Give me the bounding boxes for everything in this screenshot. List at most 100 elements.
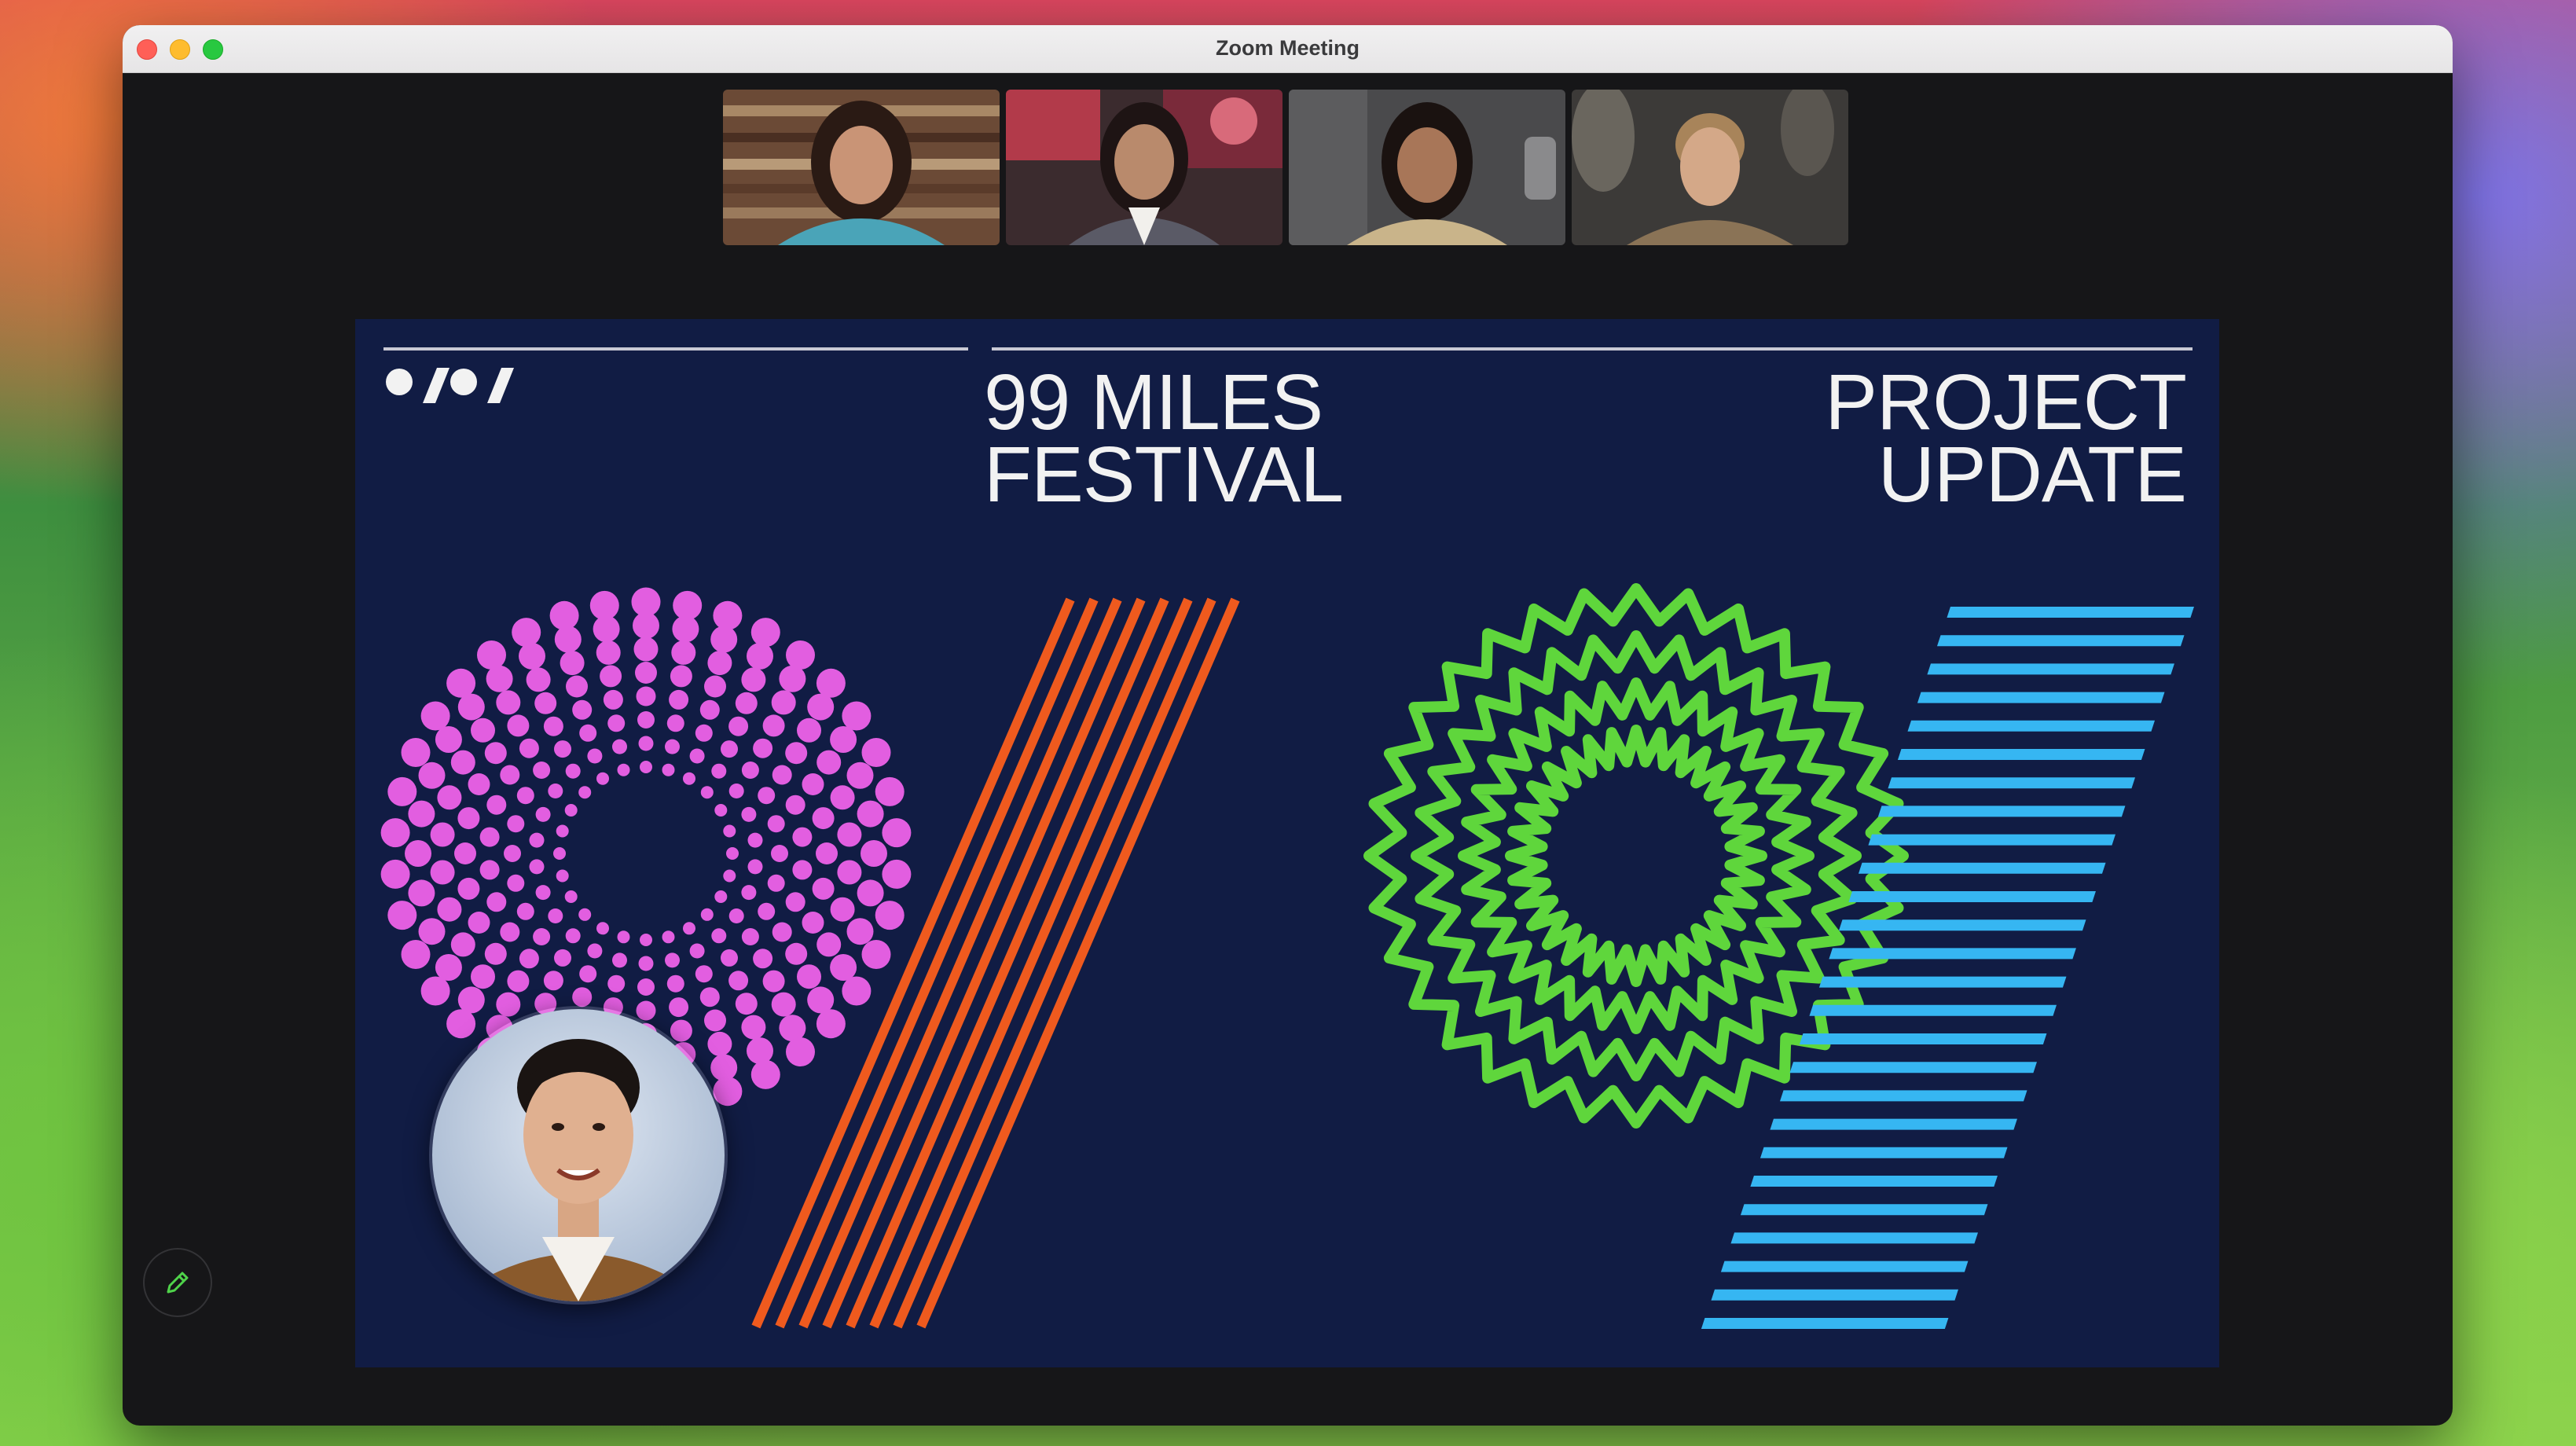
pink-dot	[882, 818, 912, 848]
pink-dot	[612, 739, 627, 754]
pink-dot	[507, 815, 525, 833]
pink-dot	[735, 993, 758, 1015]
pink-dot	[837, 860, 862, 885]
pink-dot	[640, 934, 652, 946]
pink-dot	[707, 1031, 732, 1056]
pink-dot	[771, 992, 796, 1017]
pink-dot	[512, 618, 541, 648]
pink-dot	[479, 860, 500, 880]
pink-dot	[457, 807, 480, 830]
presenter-video-bubble[interactable]	[429, 1006, 728, 1305]
pink-dot	[535, 806, 551, 822]
blue-bar	[1927, 663, 2174, 675]
pink-dot	[665, 952, 680, 968]
pink-dot	[714, 890, 728, 903]
pink-dot	[529, 832, 545, 848]
pink-dot	[750, 1059, 780, 1089]
pink-dot	[857, 800, 884, 828]
pink-dot	[816, 668, 846, 698]
pink-dot	[617, 930, 630, 944]
pink-dot	[543, 971, 563, 991]
blue-bar	[1730, 1232, 1979, 1244]
pink-dot	[579, 724, 597, 742]
participant-video-tile[interactable]	[1289, 90, 1565, 245]
pink-dot	[504, 845, 521, 862]
pink-dot	[689, 943, 705, 959]
annotate-button[interactable]	[143, 1248, 212, 1317]
pink-dot	[735, 692, 758, 714]
pink-dot	[762, 714, 785, 737]
pink-dot	[669, 689, 689, 710]
pink-dot	[714, 804, 728, 817]
pink-dot	[612, 952, 627, 968]
title-bar[interactable]: Zoom Meeting	[123, 25, 2453, 73]
pink-dot	[633, 637, 659, 662]
pink-dot	[617, 763, 630, 776]
pink-dot	[418, 762, 446, 789]
pink-dot	[816, 750, 842, 775]
pink-dot	[700, 786, 714, 799]
pink-dot	[526, 667, 551, 692]
pink-dot	[420, 976, 450, 1006]
green-zigzag-ring	[1505, 725, 1767, 987]
pink-dot	[519, 949, 539, 969]
pink-dot	[786, 640, 815, 670]
pink-dot	[728, 971, 749, 991]
pink-dot	[556, 869, 569, 883]
pink-dot	[579, 965, 597, 983]
blue-bar	[1917, 692, 2165, 703]
pink-dot	[666, 714, 684, 732]
slide-title-right: PROJECT UPDATE	[1825, 358, 2187, 519]
blue-bar	[1809, 1004, 2057, 1016]
pink-dot	[578, 786, 592, 799]
pink-dot	[861, 738, 891, 767]
blue-bar	[1760, 1147, 2008, 1158]
pink-dot	[747, 832, 763, 848]
blue-bar	[1877, 806, 2126, 817]
pink-dot	[454, 842, 476, 864]
participant-video-tile[interactable]	[1572, 90, 1848, 245]
pink-dot	[408, 879, 435, 907]
pink-dot	[418, 918, 446, 945]
pink-dot	[704, 1009, 726, 1032]
pink-dot	[446, 1009, 476, 1039]
participant-video-tile[interactable]	[723, 90, 1000, 245]
pink-dot	[640, 761, 652, 773]
pink-dot	[846, 762, 874, 789]
pink-dot	[468, 912, 490, 934]
pink-dot	[747, 642, 773, 670]
pink-dot	[830, 726, 857, 753]
pink-dot	[638, 736, 654, 751]
pink-dot	[446, 668, 476, 698]
pink-dot	[496, 992, 521, 1017]
pink-dot	[830, 785, 855, 810]
pink-dot	[603, 689, 623, 710]
pink-dot	[484, 942, 507, 965]
slide-title-left: 99 MILES FESTIVAL	[984, 358, 1344, 519]
pink-dot	[711, 928, 727, 944]
pink-dot	[408, 800, 435, 828]
pink-dot	[666, 974, 684, 993]
pink-dot	[572, 987, 593, 1007]
pink-dot	[665, 739, 680, 754]
pink-dot	[636, 1000, 656, 1021]
pink-dot	[797, 964, 821, 989]
pink-dot	[507, 970, 530, 993]
pink-dot	[589, 590, 619, 620]
pink-dot	[830, 897, 855, 922]
participant-video-tile[interactable]	[1006, 90, 1282, 245]
pink-dot	[802, 773, 824, 795]
pink-dot	[842, 701, 872, 731]
pink-dot	[556, 824, 569, 838]
pink-dot	[600, 665, 622, 688]
pink-dot	[564, 890, 578, 903]
blue-bar	[1888, 777, 2136, 789]
pink-dot	[479, 827, 500, 847]
pink-dot	[637, 711, 655, 729]
pink-dot	[607, 974, 626, 993]
blue-bar	[1750, 1176, 1998, 1187]
orange-stripe	[751, 597, 1075, 1329]
pink-dot	[554, 740, 571, 758]
pink-dot	[785, 742, 808, 765]
pink-dot	[723, 869, 736, 883]
